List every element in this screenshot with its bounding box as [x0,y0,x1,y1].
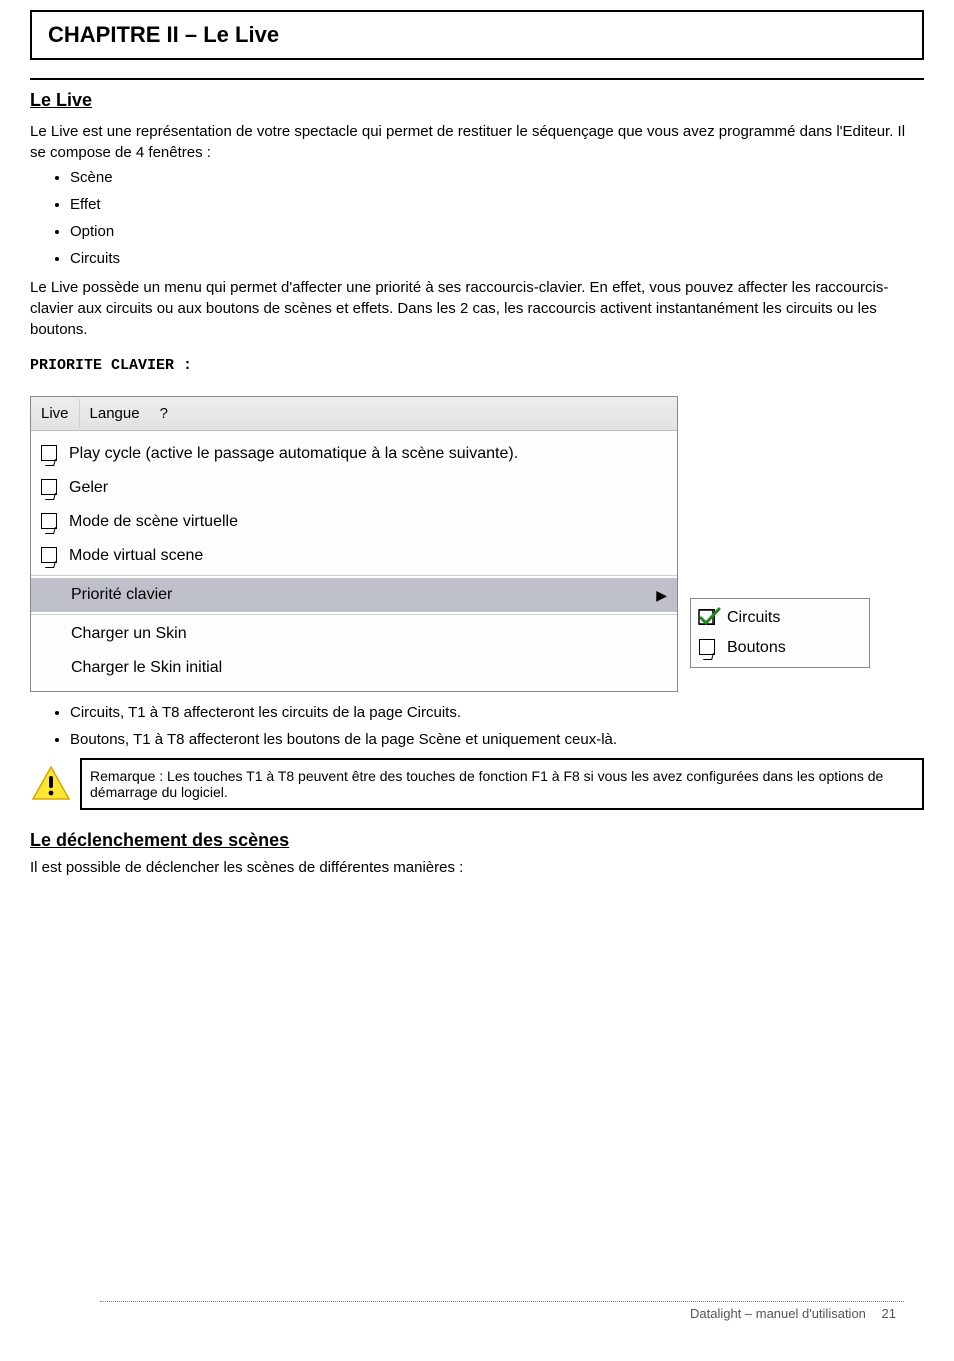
menu-separator [31,575,677,576]
submenu-item-circuits[interactable]: Circuits [691,603,869,633]
menu-item-label: Charger un Skin [71,625,187,643]
list-item: Effet [70,196,924,213]
section2-paragraph: Il est possible de déclencher les scènes… [30,857,924,878]
menu-item-virtualmode2[interactable]: Mode virtual scene [31,539,677,573]
priority-label: PRIORITE CLAVIER : [30,354,924,376]
windows-list: Scène Effet Option Circuits [70,169,924,267]
menu-help[interactable]: ? [150,399,178,428]
footer-product: Datalight – manuel d'utilisation [690,1306,866,1321]
menu-live[interactable]: Live [31,399,80,428]
submenu-item-label: Boutons [727,639,786,657]
list-item: Circuits [70,250,924,267]
menu-screenshot: Live Langue ? Play cycle (active le pass… [30,396,924,692]
menu-item-playcycle[interactable]: Play cycle (active le passage automatiqu… [31,437,677,471]
menu-bar: Live Langue ? [31,397,677,431]
list-item: Circuits, T1 à T8 affecteront les circui… [70,704,924,721]
checkbox-icon [41,479,59,497]
chapter-title: CHAPITRE II – Le Live [48,22,279,48]
submenu-item-label: Circuits [727,609,780,627]
submenu-panel: Circuits Boutons [690,598,870,668]
submenu-item-boutons[interactable]: Boutons [691,633,869,663]
priority-list: Circuits, T1 à T8 affecteront les circui… [70,704,924,748]
warning-icon [30,758,72,810]
list-item: Boutons, T1 à T8 affecteront les boutons… [70,731,924,748]
list-item: Option [70,223,924,240]
menu-item-label: Geler [69,479,108,497]
warning-text-box: Remarque : Les touches T1 à T8 peuvent ê… [80,758,924,810]
menu-item-label: Charger le Skin initial [71,659,222,677]
checkbox-icon [41,445,59,463]
submenu-arrow-icon: ▶ [656,587,667,604]
checkbox-icon [699,639,717,657]
list-item: Scène [70,169,924,186]
checkbox-icon [41,513,59,531]
checkbox-icon [41,547,59,565]
priority-keyword: PRIORITE CLAVIER : [30,357,192,374]
footer-text: Datalight – manuel d'utilisation 21 [0,1306,924,1321]
horizontal-rule [30,78,924,80]
footer: Datalight – manuel d'utilisation 21 [0,1301,954,1321]
menu-item-label: Priorité clavier [71,586,172,604]
menu-separator [31,614,677,615]
footer-page: 21 [870,1306,896,1321]
menu-item-priorite[interactable]: Priorité clavier ▶ [31,578,677,612]
section1-heading: Le Live [30,90,954,111]
menu-item-geler[interactable]: Geler [31,471,677,505]
menu-item-charger-skin[interactable]: Charger un Skin [31,617,677,651]
checkbox-checked-icon [699,609,717,627]
menu-main-panel: Live Langue ? Play cycle (active le pass… [30,396,678,692]
menu-item-charger-skin-init[interactable]: Charger le Skin initial [31,651,677,685]
warning-row: Remarque : Les touches T1 à T8 peuvent ê… [30,758,924,810]
section2-heading: Le déclenchement des scènes [30,830,954,851]
menu-item-label: Play cycle (active le passage automatiqu… [69,445,518,463]
priority-explain-paragraph: Le Live possède un menu qui permet d'aff… [30,277,924,340]
menu-item-label: Mode de scène virtuelle [69,513,238,531]
menu-item-label: Mode virtual scene [69,547,203,565]
menu-langue[interactable]: Langue [80,399,150,428]
menu-item-virtualmode1[interactable]: Mode de scène virtuelle [31,505,677,539]
warning-text: Remarque : Les touches T1 à T8 peuvent ê… [90,768,914,800]
footer-dotted-rule [100,1301,904,1302]
chapter-title-box: CHAPITRE II – Le Live [30,10,924,60]
intro-paragraph: Le Live est une représentation de votre … [30,121,924,163]
menu-list: Play cycle (active le passage automatiqu… [31,431,677,691]
